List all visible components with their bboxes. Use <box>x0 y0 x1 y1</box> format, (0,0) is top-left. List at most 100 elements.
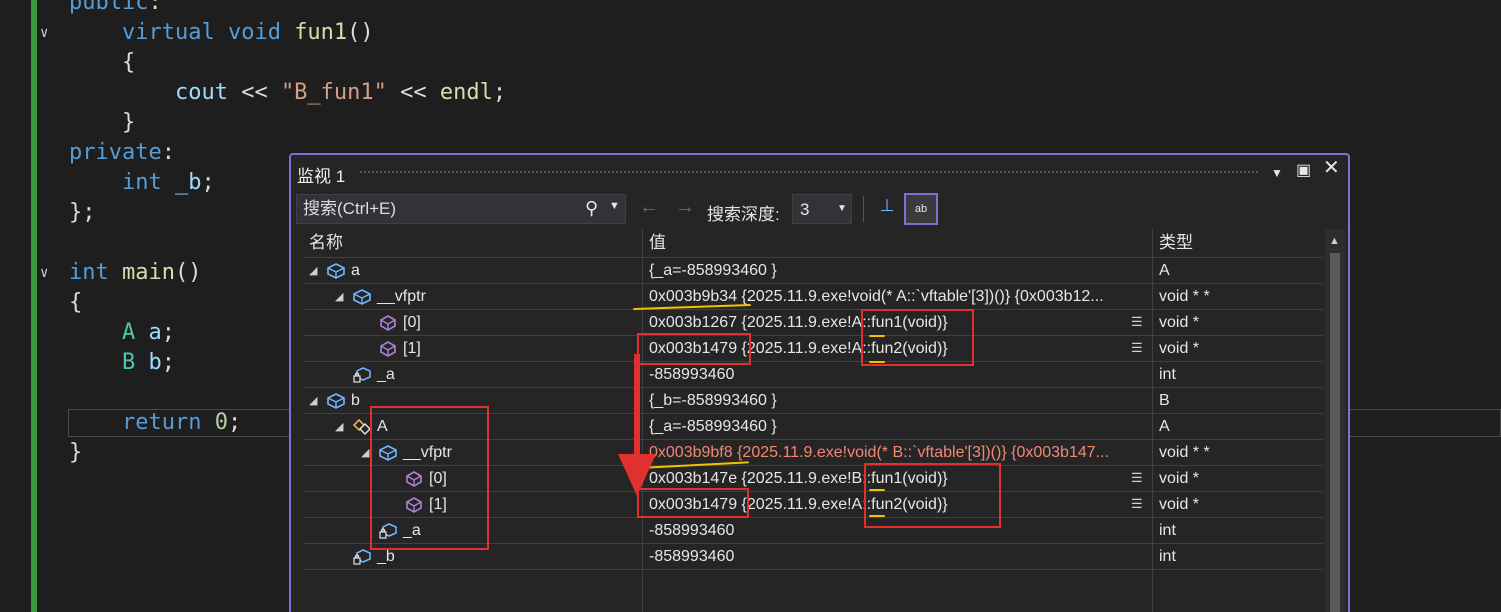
watch-row-value[interactable]: {_a=-858993460 } <box>649 258 1127 284</box>
column-header-value[interactable]: 值 <box>643 229 666 257</box>
fold-chevron-icon[interactable]: ∨ <box>40 18 54 48</box>
watch-row-type: void * <box>1159 340 1200 357</box>
expand-triangle-icon[interactable]: ◢ <box>335 284 343 310</box>
search-input[interactable] <box>297 195 577 223</box>
watch-row[interactable] <box>303 569 1323 595</box>
maximize-icon[interactable]: ▣ <box>1296 162 1311 180</box>
watch-row[interactable]: [1] 0x003b1479 {2025.11.9.exe!A::fun2(voi… <box>303 335 1323 361</box>
expand-triangle-icon[interactable]: ◢ <box>309 258 317 284</box>
search-options-chevron-icon[interactable]: ▼ <box>609 200 620 212</box>
watch-row[interactable]: ◢ __vfptr 0x003b9b34 {2025.11.9.exe!void(*… <box>303 283 1323 309</box>
code-token: int <box>121 170 162 195</box>
watch-row-name: [0] <box>403 314 421 331</box>
code-text: }; <box>69 198 96 228</box>
pin-icon[interactable]: ⊥ <box>874 196 900 222</box>
scrollbar-thumb[interactable] <box>1330 253 1340 612</box>
code-token: endl <box>439 80 493 105</box>
vertical-scrollbar[interactable]: ▲ <box>1325 229 1345 612</box>
watch-toolbar: ⚲ ▼ ← → 搜索深度: 3 ▼ ⊥ ab <box>291 191 1348 227</box>
code-token: 0 <box>214 410 228 435</box>
watch-row-type: void * <box>1159 470 1200 487</box>
code-token: a <box>148 320 162 345</box>
visualizer-icon[interactable]: ☰ <box>1131 314 1143 330</box>
watch-row[interactable]: _a -858993460 int <box>303 361 1323 387</box>
expand-triangle-icon[interactable]: ◢ <box>335 414 343 440</box>
code-text: A a; <box>69 318 175 348</box>
code-token: ; <box>161 320 175 345</box>
window-menu-icon[interactable]: ▼ <box>1271 164 1283 182</box>
expand-triangle-icon[interactable]: ◢ <box>361 440 369 466</box>
annotation-underline-a1 <box>869 335 885 337</box>
search-depth-select[interactable]: 3 ▼ <box>792 194 852 224</box>
code-token: { <box>69 290 83 315</box>
search-previous-icon[interactable]: ← <box>639 196 659 219</box>
code-text: public: <box>69 0 162 18</box>
watch-row-name: __vfptr <box>377 288 426 305</box>
expand-triangle-icon[interactable]: ◢ <box>309 388 317 414</box>
watch-row-name: b <box>351 392 360 409</box>
column-header-type[interactable]: 类型 <box>1153 229 1193 257</box>
annotation-box-b-vtable-funcs <box>864 463 1001 528</box>
close-icon[interactable]: ✕ <box>1323 158 1340 178</box>
visualizer-icon[interactable]: ☰ <box>1131 340 1143 356</box>
watch-row-value[interactable]: {_a=-858993460 } <box>649 414 1127 440</box>
code-token: { <box>69 50 136 75</box>
watch-row-value[interactable]: -858993460 <box>649 544 1127 570</box>
code-text: cout << "B_fun1" << endl; <box>69 78 506 108</box>
code-token: : <box>161 140 175 165</box>
visualizer-icon[interactable]: ☰ <box>1131 496 1143 512</box>
scroll-up-icon[interactable]: ▲ <box>1329 235 1340 247</box>
code-text: } <box>69 438 82 468</box>
fold-chevron-icon[interactable]: ∨ <box>40 258 54 288</box>
column-header-name[interactable]: 名称 <box>303 229 343 257</box>
watch-row-type: void * * <box>1159 288 1210 305</box>
code-text: int _b; <box>69 168 215 198</box>
annotation-underline-a2 <box>869 361 885 363</box>
code-text: int main() <box>69 258 201 288</box>
watch-row[interactable]: [0] 0x003b1267 {2025.11.9.exe!A::fun1(voi… <box>303 309 1323 335</box>
code-line[interactable]: ∨ virtual void fun1() <box>0 18 1501 48</box>
code-token: () <box>174 260 202 285</box>
search-next-icon[interactable]: → <box>675 196 695 219</box>
annotation-underline-b1 <box>869 489 885 491</box>
code-token: ; <box>227 410 242 435</box>
code-token: "B_fun1" <box>280 80 387 105</box>
code-line[interactable]: } <box>0 108 1501 138</box>
object-icon <box>353 289 371 305</box>
watch-row-type: void * * <box>1159 444 1210 461</box>
watch-row-type: int <box>1159 366 1176 383</box>
watch-title-bar[interactable]: 监视 1 ▼ ▣ ✕ <box>291 155 1348 189</box>
search-depth-label: 搜索深度: <box>707 205 780 224</box>
code-token: } <box>69 110 136 135</box>
code-text: { <box>69 288 82 318</box>
title-drag-grip[interactable] <box>359 170 1259 175</box>
code-line[interactable]: { <box>0 48 1501 78</box>
watch-row-name: [1] <box>403 340 421 357</box>
code-token: << <box>386 80 440 105</box>
code-token: virtual <box>121 20 215 45</box>
search-icon[interactable]: ⚲ <box>585 198 598 219</box>
visualizer-icon[interactable]: ☰ <box>1131 470 1143 486</box>
watch-row-value[interactable]: {_b=-858993460 } <box>649 388 1127 414</box>
code-token: fun1 <box>294 20 348 45</box>
hex-display-icon[interactable]: ab <box>904 193 938 225</box>
code-token: } <box>69 440 83 465</box>
code-token: int <box>69 260 109 285</box>
code-line[interactable]: cout << "B_fun1" << endl; <box>0 78 1501 108</box>
code-line[interactable]: public: <box>0 0 1501 18</box>
watch-row-name: a <box>351 262 360 279</box>
watch-row[interactable]: ◢ a {_a=-858993460 } A <box>303 257 1323 283</box>
watch-row-value[interactable] <box>649 570 1127 596</box>
code-text: virtual void fun1() <box>69 18 374 48</box>
base-class-icon <box>352 418 371 435</box>
search-box[interactable]: ⚲ ▼ <box>296 194 626 224</box>
annotation-box-b-base-a <box>370 406 489 550</box>
